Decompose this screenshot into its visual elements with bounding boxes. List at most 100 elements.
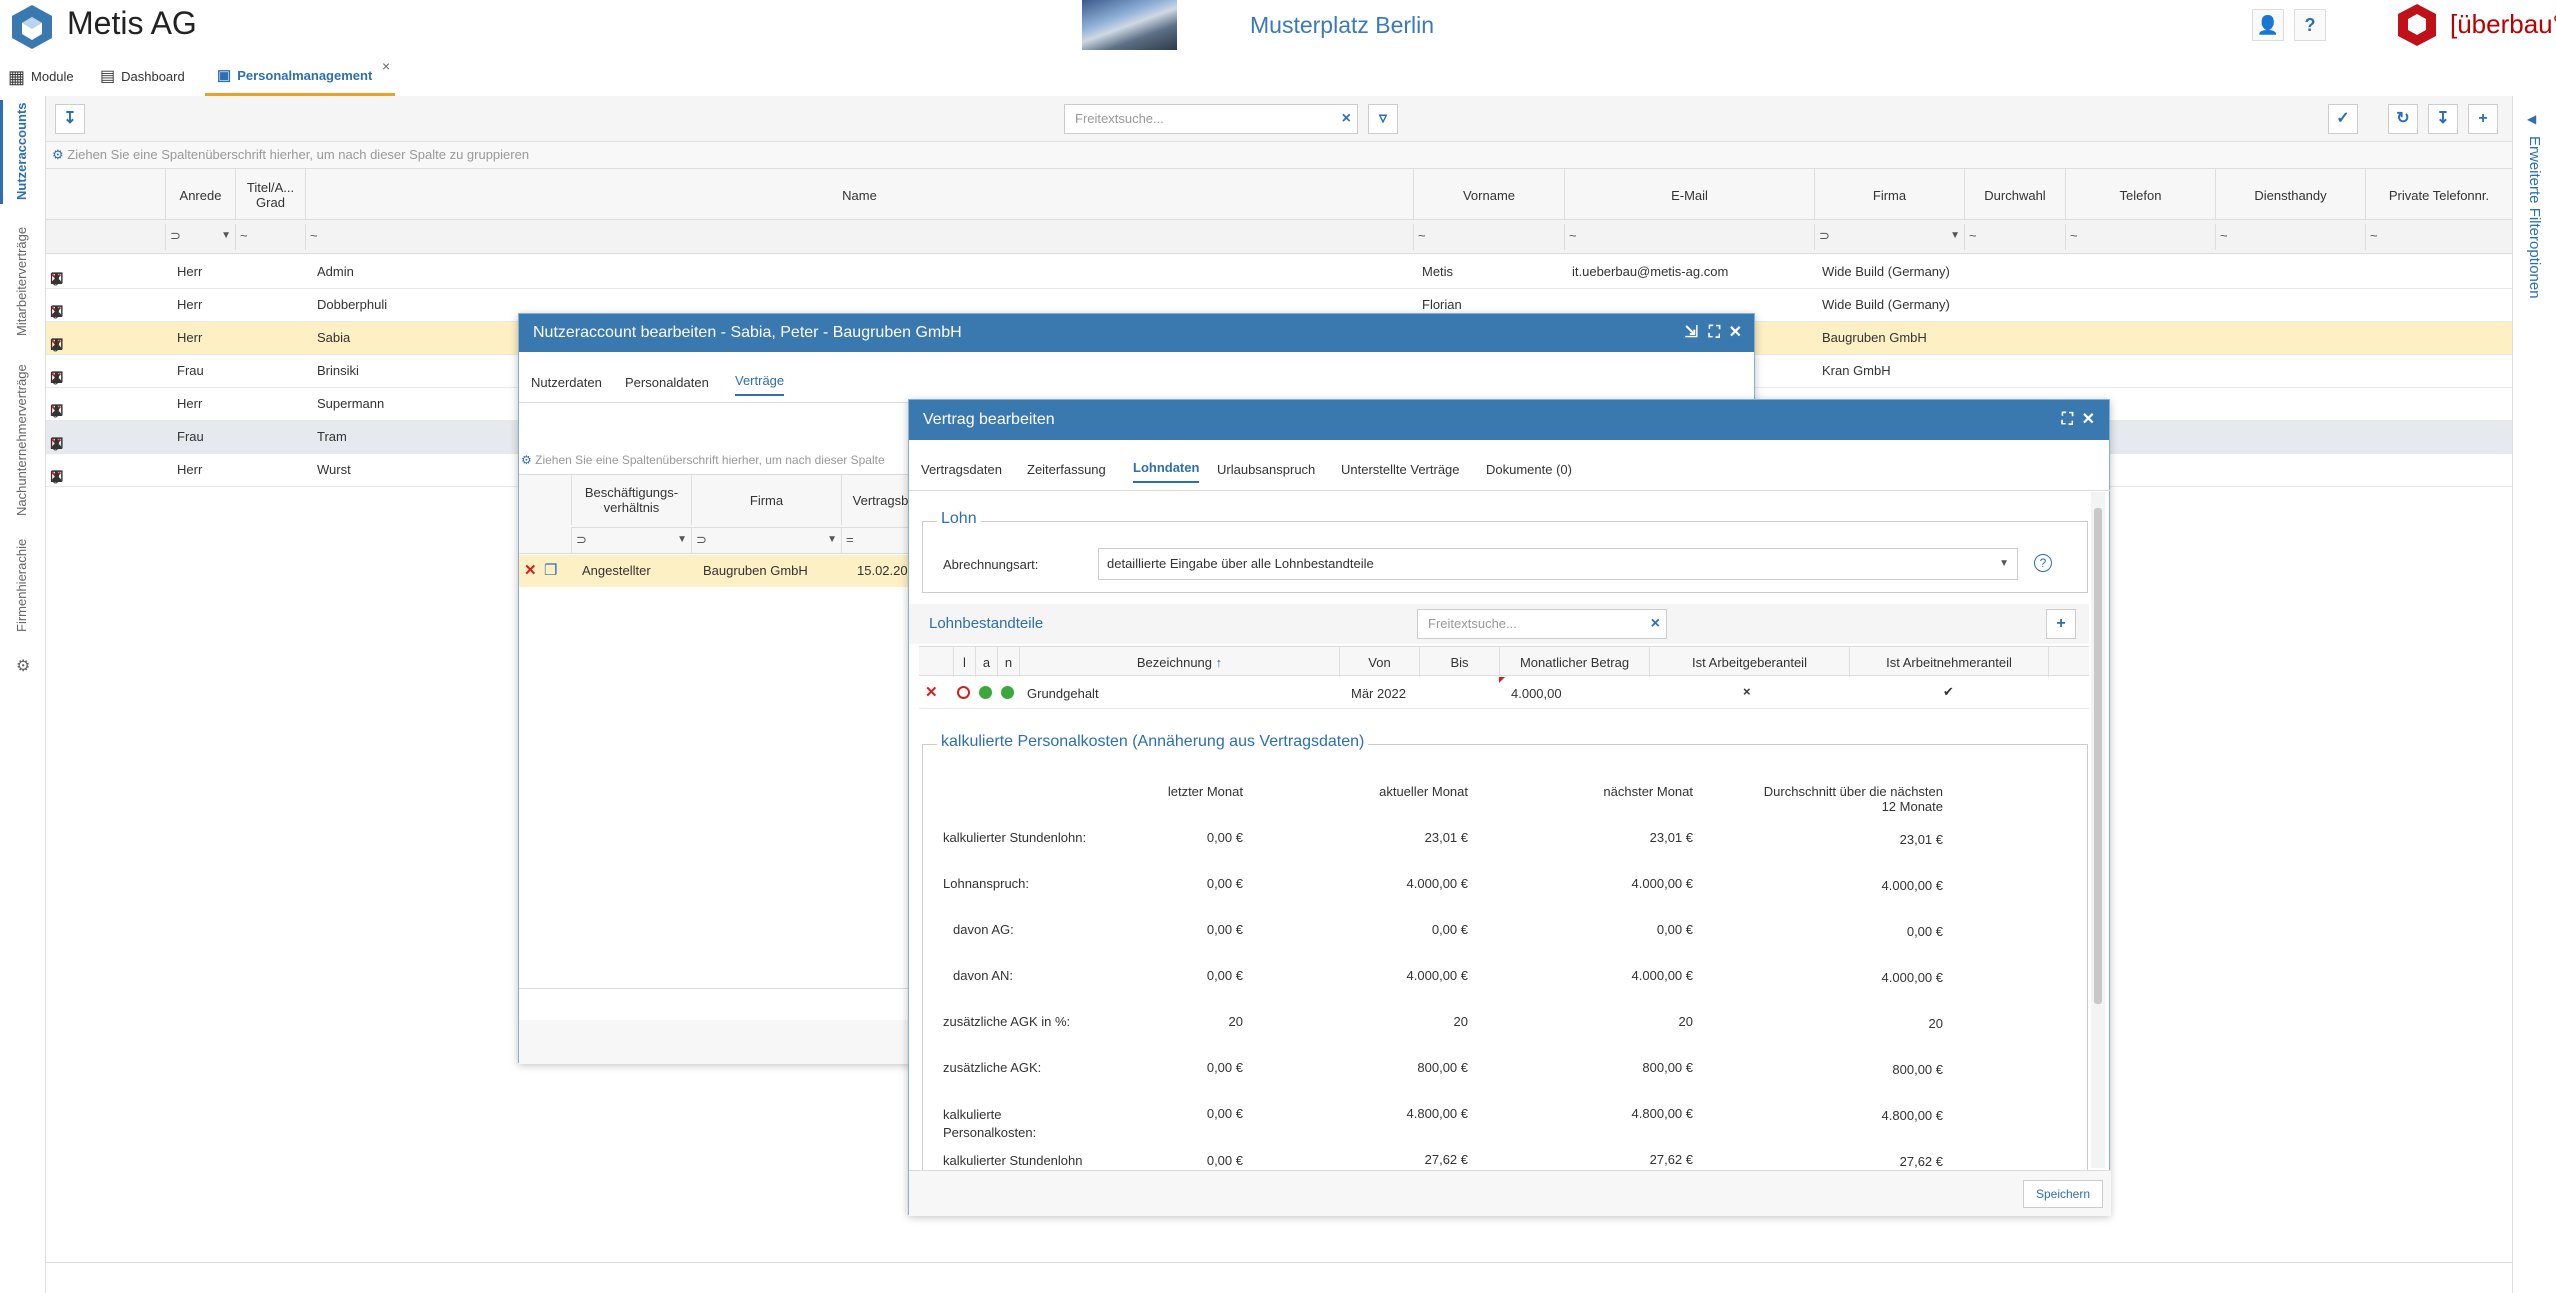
user-icon[interactable]: ♟	[50, 402, 66, 420]
confirm-icon[interactable]: ✓	[2328, 104, 2358, 134]
chevron-left-icon[interactable]: ◀	[2527, 112, 2536, 126]
col-vorname[interactable]: Vorname	[1413, 169, 1564, 221]
settings-icon[interactable]: ⚙	[16, 656, 30, 676]
refresh-icon[interactable]: ↻	[2388, 104, 2418, 134]
delete-icon[interactable]: ✕	[524, 561, 537, 579]
tab-vertraege[interactable]: Verträge	[735, 373, 785, 396]
close-icon[interactable]: ✕	[1729, 314, 1742, 352]
filter-telefon[interactable]: ~	[2065, 224, 2215, 250]
user-icon[interactable]: ♟	[50, 336, 66, 354]
filter-private[interactable]: ~	[2365, 224, 2512, 250]
col-n[interactable]: n	[997, 647, 1019, 677]
status-l-icon	[957, 686, 970, 699]
close-icon[interactable]: ✕	[2082, 400, 2095, 440]
add-icon[interactable]: +	[2468, 104, 2498, 134]
tab-vertragsdaten[interactable]: Vertragsdaten	[921, 462, 1002, 477]
filter-anrede[interactable]: ⊃ ▼	[165, 224, 235, 250]
user-icon[interactable]: ♟	[50, 303, 66, 321]
grid-search-input[interactable]: Freitextsuche... ×	[1064, 104, 1358, 134]
tab-urlaubsanspruch[interactable]: Urlaubsanspruch	[1217, 462, 1315, 477]
col-name[interactable]: Name	[305, 169, 1413, 221]
collapse-icon[interactable]: ⇲	[1685, 314, 1698, 352]
filter-firma[interactable]: ⊃ ▼	[691, 527, 841, 553]
sidebar-item-nachunternehmervertraege[interactable]: Nachunternehmerverträge	[14, 364, 29, 516]
cell-typ: Angestellter	[582, 563, 651, 578]
col-beschaeftigung[interactable]: Beschäftigungs- verhältnis	[571, 475, 691, 525]
user-icon[interactable]: ♟	[50, 435, 66, 453]
filter-beschaeftigung[interactable]: ⊃ ▼	[571, 527, 691, 553]
grid-header: Anrede Titel/A... Grad Name Vorname E-Ma…	[46, 168, 2512, 221]
lohn-fieldset: Lohn Abrechnungsart: detaillierte Eingab…	[922, 510, 2088, 593]
col-von[interactable]: Von	[1339, 647, 1419, 677]
user-icon[interactable]: ♟	[50, 270, 66, 288]
sidebar-item-mitarbeitervertraege[interactable]: Mitarbeiterverträge	[14, 227, 29, 336]
maximize-icon[interactable]: ⛶	[1709, 314, 1720, 352]
filter-icon[interactable]: ▿	[1368, 104, 1398, 134]
col-private-telefon[interactable]: Private Telefonnr.	[2365, 169, 2512, 221]
lohn-row[interactable]: ✕ Grundgehalt Mär 2022 4.000,00 × ✔	[919, 677, 2089, 709]
col-a[interactable]: a	[975, 647, 997, 677]
col-firma[interactable]: Firma	[1814, 169, 1964, 221]
download-icon[interactable]: ↧	[2428, 104, 2458, 134]
col-ag[interactable]: Ist Arbeitgeberanteil	[1649, 647, 1849, 677]
col-telefon[interactable]: Telefon	[2065, 169, 2215, 221]
copy-icon[interactable]: ❐	[544, 561, 557, 579]
clear-search-icon[interactable]: ×	[1342, 105, 1351, 133]
table-row[interactable]: ✕ ❐ ⚷ ☑ ♟ Herr Admin Metis it.ueberbau@metis…	[46, 256, 2512, 289]
col-durchschnitt: Durchschnitt über die nächsten 12 Monate	[1763, 784, 1943, 814]
user-icon[interactable]: ♟	[50, 369, 66, 387]
user-icon[interactable]: ♟	[50, 468, 66, 486]
col-letzter-monat: letzter Monat	[1167, 784, 1243, 799]
col-durchwahl[interactable]: Durchwahl	[1964, 169, 2065, 221]
filter-name[interactable]: ~	[305, 224, 1413, 250]
col-l[interactable]: l	[953, 647, 975, 677]
tab-dashboard[interactable]: ▤ Dashboard	[100, 58, 185, 96]
tab-module[interactable]: ▦ Module	[8, 58, 74, 96]
tab-personalmanagement[interactable]: ▣ Personalmanagement	[205, 58, 395, 96]
scrollbar[interactable]	[2091, 492, 2105, 1168]
help-icon[interactable]: ?	[2294, 9, 2326, 41]
abrechnungsart-select[interactable]: detaillierte Eingabe über alle Lohnbesta…	[1098, 548, 2018, 580]
tab-dokumente[interactable]: Dokumente (0)	[1486, 462, 1572, 477]
clear-search-icon[interactable]: ×	[1651, 610, 1660, 638]
col-firma[interactable]: Firma	[691, 475, 841, 525]
sidebar-item-firmenhierachie[interactable]: Firmenhierachie	[14, 539, 29, 632]
filter-vorname[interactable]: ~	[1413, 224, 1564, 250]
extended-filter-toggle[interactable]: Erweiterte Filteroptionen	[2526, 136, 2543, 299]
col-betrag[interactable]: Monatlicher Betrag	[1499, 647, 1649, 677]
maximize-icon[interactable]: ⛶	[2062, 400, 2073, 440]
gear-icon: ⚙	[52, 147, 64, 162]
tab-unterstellte-vertraege[interactable]: Unterstellte Verträge	[1341, 462, 1460, 477]
delete-icon[interactable]: ✕	[925, 683, 938, 701]
lohn-search-input[interactable]: Freitextsuche... ×	[1417, 609, 1667, 639]
tab-lohndaten[interactable]: Lohndaten	[1133, 460, 1200, 483]
scrollbar-thumb[interactable]	[2094, 508, 2102, 1004]
table-row-selected[interactable]: ✕ ❐ Angestellter Baugruben GmbH 15.02.20…	[519, 555, 919, 587]
filter-email[interactable]: ~	[1564, 224, 1814, 250]
tab-zeiterfassung[interactable]: Zeiterfassung	[1027, 462, 1106, 477]
filter-titel[interactable]: ~	[235, 224, 305, 250]
filter-durchwahl[interactable]: ~	[1964, 224, 2065, 250]
col-bezeichnung[interactable]: Bezeichnung ↑	[1019, 647, 1339, 677]
location-name[interactable]: Musterplatz Berlin	[1250, 12, 1434, 39]
export-download-icon[interactable]: ↧	[55, 104, 85, 134]
help-icon[interactable]: ?	[2034, 554, 2052, 572]
app-header: Metis AG Musterplatz Berlin 👤 ? [überbau…	[0, 0, 2556, 52]
add-lohn-icon[interactable]: +	[2046, 609, 2076, 639]
filter-firma[interactable]: ⊃ ▼	[1814, 224, 1964, 250]
tab-nutzerdaten[interactable]: Nutzerdaten	[531, 375, 602, 390]
save-button[interactable]: Speichern	[2023, 1180, 2103, 1208]
close-tab-icon[interactable]: ×	[382, 58, 390, 74]
col-email[interactable]: E-Mail	[1564, 169, 1814, 221]
cell-firma: Baugruben GmbH	[703, 563, 808, 578]
col-titel[interactable]: Titel/A... Grad	[235, 169, 305, 221]
col-diensthandy[interactable]: Diensthandy	[2215, 169, 2365, 221]
sidebar-item-nutzeraccounts[interactable]: Nutzeraccounts	[14, 102, 29, 200]
logo-icon	[12, 5, 52, 49]
tab-personaldaten[interactable]: Personaldaten	[625, 375, 709, 390]
filter-diensthandy[interactable]: ~	[2215, 224, 2365, 250]
user-profile-icon[interactable]: 👤	[2252, 9, 2284, 41]
col-bis[interactable]: Bis	[1419, 647, 1499, 677]
col-anrede[interactable]: Anrede	[165, 169, 235, 221]
col-an[interactable]: Ist Arbeitnehmeranteil	[1849, 647, 2049, 677]
